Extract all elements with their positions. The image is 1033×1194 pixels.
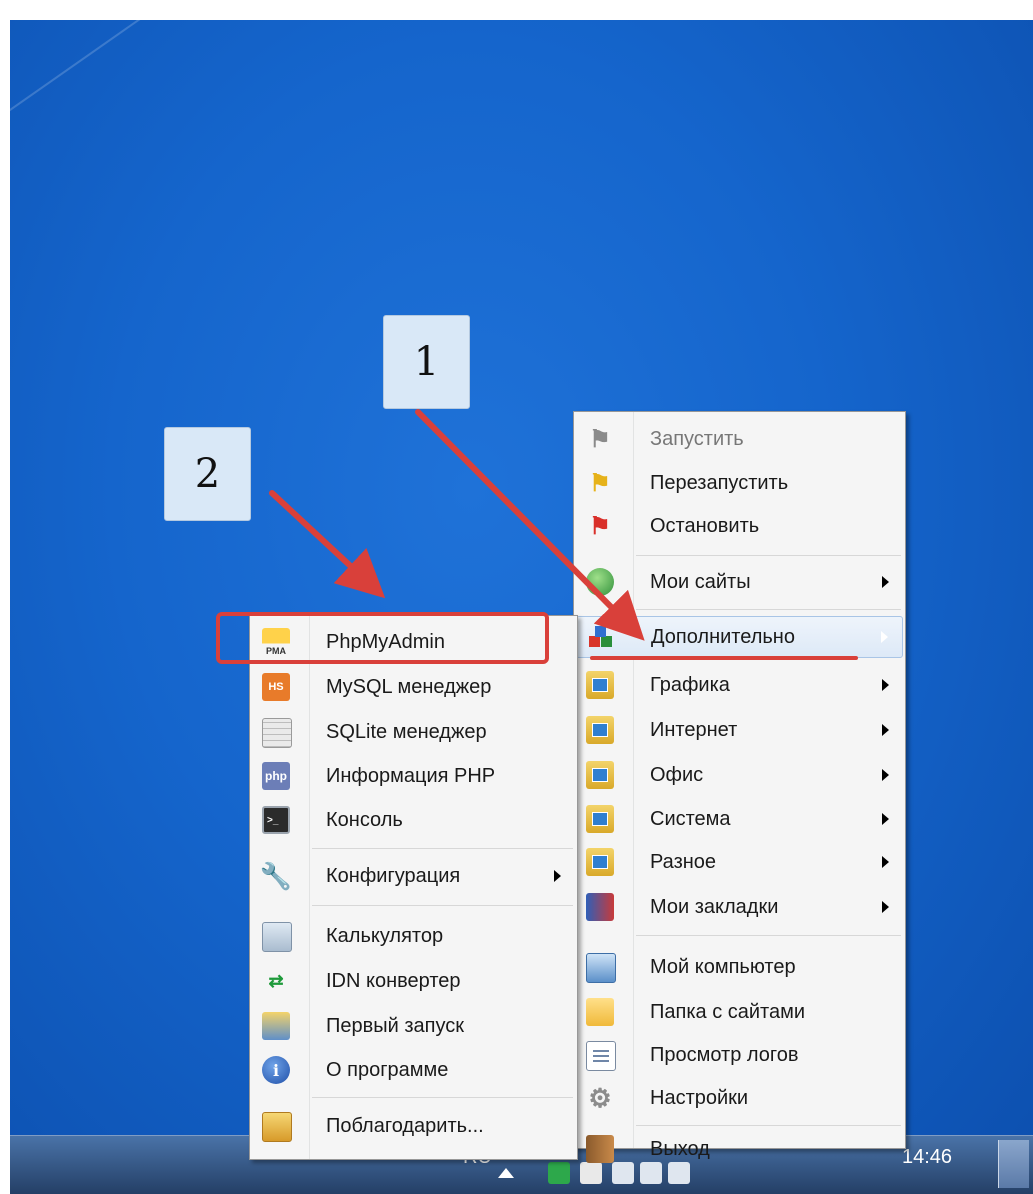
arrow-to-additional: [415, 409, 645, 641]
annotation-arrows: [269, 409, 645, 641]
arrow-to-phpmyadmin: [269, 490, 386, 599]
